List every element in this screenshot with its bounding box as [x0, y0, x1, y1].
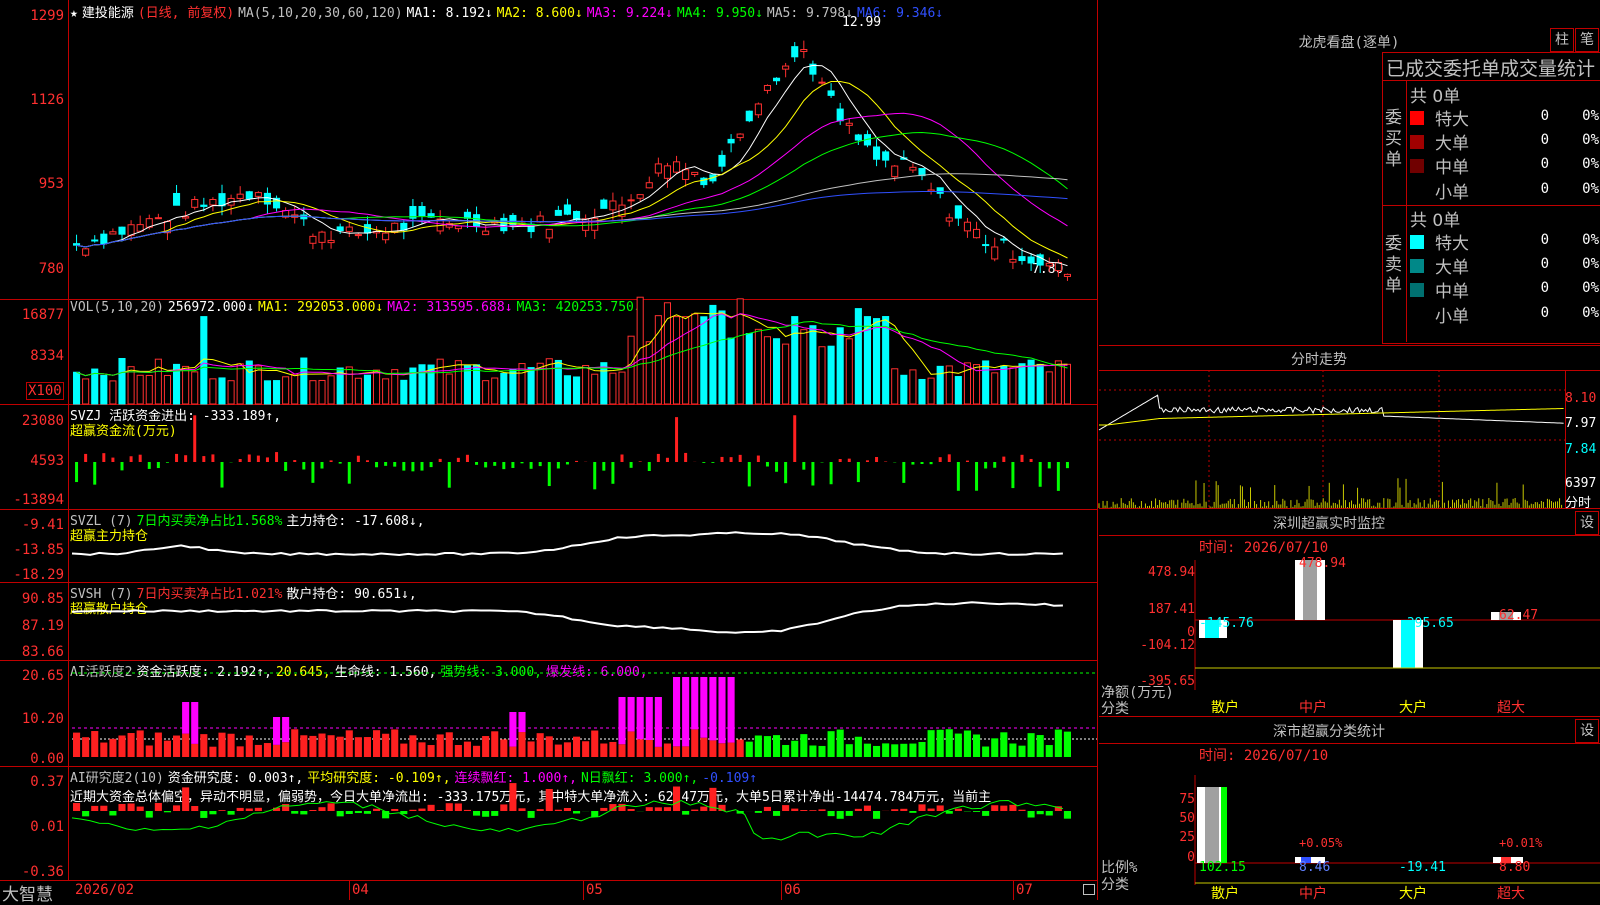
szcls-val-4: 8.80 — [1499, 860, 1530, 875]
fenshi-axis-2: 7.97 — [1565, 416, 1596, 431]
buy-l-count: 0 — [1519, 132, 1549, 148]
szmon-bars — [1195, 560, 1600, 690]
ai2-bars — [0, 767, 1098, 880]
buy-s-label: 小单 — [1435, 178, 1469, 203]
lhb-tabs[interactable]: 已成交委托单成交量统计 — [1386, 54, 1600, 81]
fenshi-unit: 分时 — [1565, 492, 1591, 511]
szmon-cat-3: 大户 — [1399, 697, 1427, 717]
fenshi-vol: 6397 — [1565, 476, 1596, 491]
buy-l-swatch — [1410, 135, 1424, 149]
sell-total: 共 0单 — [1410, 206, 1460, 231]
buy-l-label: 大单 — [1435, 129, 1469, 154]
szcls-axis-4: 0 — [1139, 850, 1195, 865]
ai1-bars — [0, 661, 1098, 766]
szmon-cat-4: 超大 — [1497, 697, 1525, 717]
bar-mode-button[interactable]: 柱 — [1550, 28, 1574, 52]
fenshi-title: 分时走势 — [1099, 349, 1539, 369]
szmon-axis-2: 187.41 — [1139, 602, 1195, 617]
fenshi-axis-3: 7.84 — [1565, 442, 1596, 457]
szcls-bars — [1195, 775, 1600, 885]
sell-m-count: 0 — [1519, 280, 1549, 296]
szmon-val-4: 62.47 — [1499, 608, 1538, 623]
szmon-val-2: 478.94 — [1299, 556, 1346, 571]
fenshi-axis-1: 8.10 — [1565, 391, 1596, 406]
sell-s-count: 0 — [1519, 305, 1549, 321]
sell-l-count: 0 — [1519, 256, 1549, 272]
sell-s-pct: 0% — [1559, 305, 1599, 321]
szcls-val-1: 102.15 — [1199, 860, 1246, 875]
buy-xl-pct: 0% — [1559, 108, 1599, 124]
buy-l-pct: 0% — [1559, 132, 1599, 148]
date-label-4: 06 — [784, 882, 801, 898]
sell-xl-count: 0 — [1519, 232, 1549, 248]
szcls-time: 时间: 2026/07/10 — [1199, 745, 1328, 765]
buy-xl-label: 特大 — [1435, 105, 1469, 130]
szcls-val-3: -19.41 — [1399, 860, 1446, 875]
lock-icon[interactable] — [1083, 884, 1095, 895]
buy-m-count: 0 — [1519, 156, 1549, 172]
date-label-1: 2026/02 — [75, 882, 134, 898]
szmon-cat-1: 散户 — [1211, 697, 1239, 717]
sell-xl-label: 特大 — [1435, 229, 1469, 254]
sell-l-swatch — [1410, 259, 1424, 273]
tick-mode-button[interactable]: 笔 — [1575, 28, 1599, 52]
sell-xl-pct: 0% — [1559, 232, 1599, 248]
main-chart-area[interactable]: ★建投能源(日线, 前复权)MA(5,10,20,30,60,120)MA1: … — [0, 0, 1098, 900]
sell-l-pct: 0% — [1559, 256, 1599, 272]
szmon-val-3: -395.65 — [1399, 616, 1454, 631]
buy-xl-swatch — [1410, 111, 1424, 125]
footer-logo[interactable]: 大智慧 — [2, 880, 53, 905]
price-candles — [0, 0, 1098, 299]
sell-m-swatch — [1410, 283, 1424, 297]
buy-m-label: 中单 — [1435, 153, 1469, 178]
buy-xl-count: 0 — [1519, 108, 1549, 124]
szcls-axis-2: 50 — [1139, 811, 1195, 826]
szcls-axis-1: 75 — [1139, 792, 1195, 807]
szmon-axis-1: 478.94 — [1139, 565, 1195, 580]
sell-m-label: 中单 — [1435, 277, 1469, 302]
buy-s-pct: 0% — [1559, 181, 1599, 197]
szcls-val-2: 8.46 — [1299, 860, 1330, 875]
svzj-bars — [0, 405, 1098, 509]
szcls-cat-2: 中户 — [1299, 883, 1327, 903]
svzl-line — [0, 510, 1098, 582]
szcls-cat-4: 超大 — [1497, 883, 1525, 903]
sell-xl-swatch — [1410, 235, 1424, 249]
buy-label: 委买单 — [1385, 108, 1403, 171]
szmon-cat-2: 中户 — [1299, 697, 1327, 717]
buy-m-pct: 0% — [1559, 156, 1599, 172]
volume-bars — [0, 300, 1098, 404]
buy-total: 共 0单 — [1410, 82, 1460, 107]
sell-label: 委卖单 — [1385, 234, 1403, 297]
sell-s-label: 小单 — [1435, 302, 1469, 327]
szmon-time: 时间: 2026/07/10 — [1199, 537, 1328, 557]
buy-s-count: 0 — [1519, 181, 1549, 197]
szcls-title: 深市超赢分类统计 — [1229, 721, 1429, 741]
szcls-cat-1: 散户 — [1211, 883, 1239, 903]
szmon-axis-4: -104.12 — [1139, 638, 1195, 653]
szmon-ylabel2: 分类 — [1101, 698, 1129, 718]
sell-l-label: 大单 — [1435, 253, 1469, 278]
date-label-5: 07 — [1016, 882, 1033, 898]
szmon-val-1: -145.76 — [1199, 616, 1254, 631]
szcls-settings-button[interactable]: 设 — [1575, 719, 1599, 743]
szmon-settings-button[interactable]: 设 — [1575, 511, 1599, 535]
szmon-title: 深圳超赢实时监控 — [1229, 513, 1429, 533]
lhb-title: 龙虎看盘(逐单) — [1249, 32, 1449, 52]
date-label-2: 04 — [352, 882, 369, 898]
szcls-pct-2: +0.01% — [1499, 836, 1542, 850]
szcls-cat-3: 大户 — [1399, 883, 1427, 903]
szcls-ylabel2: 分类 — [1101, 874, 1129, 894]
date-label-3: 05 — [586, 882, 603, 898]
szcls-pct-1: +0.05% — [1299, 836, 1342, 850]
svsh-line — [0, 583, 1098, 660]
right-panel: 龙虎看盘(逐单) 柱 笔 已成交委托单成交量统计 共 0单 共 0单 委买单 委… — [1099, 0, 1600, 900]
sell-m-pct: 0% — [1559, 280, 1599, 296]
buy-m-swatch — [1410, 159, 1424, 173]
szcls-axis-3: 25 — [1139, 830, 1195, 845]
fenshi-chart — [1099, 370, 1565, 508]
